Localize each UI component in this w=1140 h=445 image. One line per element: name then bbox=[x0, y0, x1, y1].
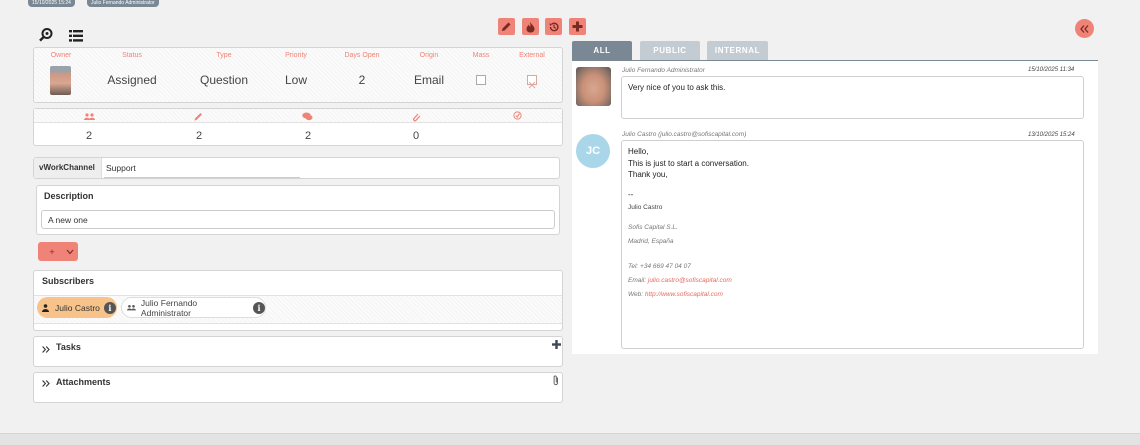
bottom-bar bbox=[0, 433, 1140, 445]
message-body: Hello, This is just to start a conversat… bbox=[621, 140, 1084, 349]
mass-checkbox[interactable] bbox=[476, 75, 486, 85]
message-body: Very nice of you to ask this. bbox=[621, 76, 1084, 119]
subscriber-name: Julio Fernando Administrator bbox=[140, 297, 198, 318]
email-link[interactable]: julio.castro@sofiscapital.com bbox=[648, 277, 732, 284]
description-card: Description A new one bbox=[36, 185, 560, 235]
list-icon[interactable] bbox=[69, 29, 83, 42]
counters-card: 2 2 2 0 bbox=[33, 108, 563, 146]
chevron-double-right-icon bbox=[42, 380, 50, 387]
mass-header: Mass bbox=[472, 52, 490, 59]
subscriber-chip-julio-fernando[interactable]: Julio Fernando Administrator i bbox=[121, 297, 266, 318]
history-icon bbox=[548, 22, 559, 31]
collapse-panel-button[interactable] bbox=[1075, 19, 1094, 38]
external-header: External bbox=[519, 52, 545, 59]
tasks-title: Tasks bbox=[56, 342, 81, 352]
user-icon bbox=[42, 303, 49, 312]
pencil-icon bbox=[194, 113, 202, 121]
history-button[interactable] bbox=[545, 18, 562, 35]
user-pill: Julio Fernando Administrator bbox=[87, 0, 159, 7]
subscribers-count: 2 bbox=[85, 130, 93, 142]
message-author: Julio Castro (julio.castro@sofiscapital.… bbox=[622, 131, 747, 138]
subscribers-title: Subscribers bbox=[42, 276, 95, 286]
chevron-down-icon bbox=[66, 249, 74, 254]
signature-tel: Tel: +34 669 47 04 07 bbox=[628, 263, 691, 271]
summary-card: Owner Status Type Priority Days Open Ori… bbox=[33, 47, 563, 103]
signature-city: Madrid, España bbox=[628, 237, 674, 245]
attachments-section[interactable]: Attachments bbox=[33, 372, 563, 403]
work-channel-label: vWorkChannel bbox=[34, 158, 102, 178]
collapse-left-icon bbox=[1080, 24, 1089, 33]
subscriber-chip-julio-castro[interactable]: Julio Castro i bbox=[37, 297, 117, 318]
type-header: Type bbox=[216, 52, 232, 59]
owner-header: Owner bbox=[50, 52, 72, 59]
message-author: Julio Fernando Administrator bbox=[622, 67, 705, 74]
chevron-double-right-icon bbox=[42, 346, 50, 353]
date-pill: 15/10/2025 15:24 bbox=[28, 0, 75, 7]
days-open-value: 2 bbox=[358, 73, 366, 87]
description-title: Description bbox=[44, 191, 94, 201]
info-icon[interactable]: i bbox=[253, 301, 266, 314]
signature-web: Web: http://www.sofiscapital.com bbox=[628, 290, 723, 298]
tab-all[interactable]: ALL bbox=[572, 41, 632, 60]
add-dropdown-button[interactable]: + bbox=[38, 242, 78, 261]
escalate-button[interactable] bbox=[522, 18, 539, 35]
tab-public[interactable]: PUBLIC bbox=[640, 41, 700, 60]
add-button-label: + bbox=[49, 246, 55, 257]
message-avatar-initials: JC bbox=[576, 134, 610, 168]
description-input[interactable]: A new one bbox=[41, 210, 555, 229]
attachments-count: 0 bbox=[412, 130, 420, 142]
status-value[interactable]: Assigned bbox=[102, 73, 162, 87]
comments-count: 2 bbox=[304, 130, 312, 142]
status-header: Status bbox=[122, 52, 142, 59]
work-channel-value[interactable]: Support bbox=[106, 163, 136, 173]
edits-count: 2 bbox=[195, 130, 203, 142]
comments-icon bbox=[302, 112, 313, 121]
plus-icon bbox=[572, 21, 583, 32]
type-value[interactable]: Question bbox=[192, 73, 256, 87]
fire-icon bbox=[526, 21, 535, 32]
owner-avatar[interactable] bbox=[50, 66, 71, 95]
edit-button[interactable] bbox=[498, 18, 515, 35]
attachments-title: Attachments bbox=[56, 377, 111, 387]
signature-name: Julio Castro bbox=[628, 204, 663, 211]
search-icon[interactable] bbox=[38, 27, 54, 43]
signature-company: Sofis Capital S.L. bbox=[628, 223, 678, 231]
origin-header: Origin bbox=[419, 52, 439, 59]
subscriber-name: Julio Castro bbox=[55, 302, 100, 313]
users-icon bbox=[84, 113, 95, 120]
check-icon bbox=[513, 111, 522, 120]
info-icon[interactable]: i bbox=[103, 301, 116, 314]
plus-icon[interactable] bbox=[552, 340, 561, 349]
message-timestamp: 15/10/2025 11:34 bbox=[1028, 67, 1075, 73]
add-action-button[interactable] bbox=[569, 18, 586, 35]
priority-header: Priority bbox=[285, 52, 307, 59]
message-timestamp: 13/10/2025 15:24 bbox=[1028, 132, 1075, 138]
tab-internal[interactable]: INTERNAL bbox=[707, 41, 768, 60]
paperclip-icon[interactable] bbox=[552, 375, 560, 386]
users-icon bbox=[127, 304, 136, 311]
priority-value[interactable]: Low bbox=[276, 73, 316, 87]
signature-email: Email: julio.castro@sofiscapital.com bbox=[628, 277, 732, 285]
tasks-section[interactable]: Tasks bbox=[33, 336, 563, 367]
message-avatar bbox=[576, 67, 611, 106]
external-checkbox[interactable] bbox=[527, 75, 537, 89]
work-channel-field: vWorkChannel Support bbox=[33, 157, 560, 179]
web-link[interactable]: http://www.sofiscapital.com bbox=[645, 291, 723, 298]
paperclip-icon bbox=[413, 113, 421, 122]
edit-icon bbox=[502, 22, 511, 31]
origin-value[interactable]: Email bbox=[409, 73, 449, 87]
days-open-header: Days Open bbox=[344, 52, 380, 59]
